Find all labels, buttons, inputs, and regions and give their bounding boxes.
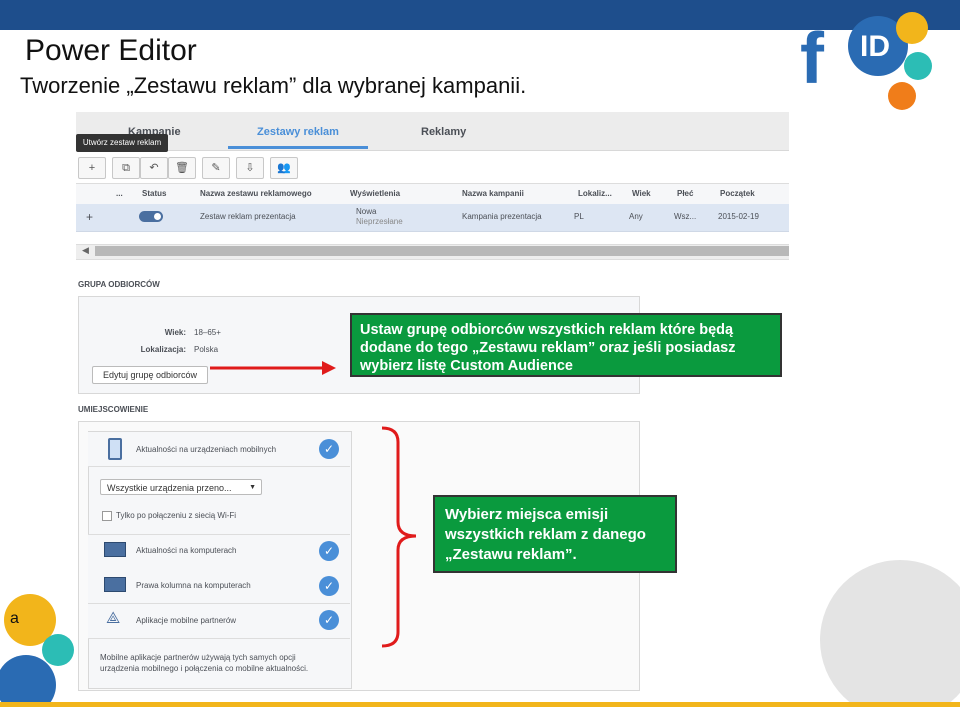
status-toggle[interactable] (139, 211, 163, 222)
logo-badge: ID (860, 30, 890, 63)
audience-button[interactable]: 👥 (270, 157, 298, 179)
export-icon: ⇩ (245, 162, 255, 174)
wifi-only-label: Tylko po połączeniu z siecią Wi-Fi (116, 511, 237, 520)
slide-bottom-line (0, 702, 960, 707)
tab-ads[interactable]: Reklamy (421, 126, 466, 138)
row-impressions-status: Nowa (356, 207, 377, 216)
desktop-feed-label: Aktualności na komputerach (136, 546, 237, 555)
people-icon: 👥 (277, 162, 291, 174)
row-start: 2015-02-19 (718, 212, 759, 221)
row-age: Any (629, 212, 643, 221)
delete-button[interactable]: 🗑 (168, 157, 196, 179)
undo-button[interactable]: ↶ (140, 157, 168, 179)
row-expand-icon[interactable]: + (86, 210, 93, 224)
col-status[interactable]: Status (142, 189, 166, 198)
placement-section-title: UMIEJSCOWIENIE (78, 405, 149, 414)
tab-active-indicator (228, 146, 368, 149)
age-label: Wiek: (164, 328, 186, 337)
row-ad-set-name: Zestaw reklam prezentacja (200, 212, 296, 221)
col-start[interactable]: Początek (720, 189, 755, 198)
col-campaign-name[interactable]: Nazwa kampanii (462, 189, 524, 198)
network-icon: ⟁ (106, 610, 121, 627)
audience-section-title: GRUPA ODBIORCÓW (78, 280, 160, 289)
add-ad-set-button[interactable]: + (78, 157, 106, 179)
edit-button[interactable]: ✎ (202, 157, 230, 179)
undo-icon: ↶ (149, 162, 159, 174)
right-column-icon (104, 577, 126, 592)
logo-letter: f (800, 19, 824, 99)
decorative-gray-gear-icon (820, 560, 960, 707)
edit-icon: ✎ (211, 162, 221, 174)
export-button[interactable]: ⇩ (236, 157, 264, 179)
duplicate-icon: ⧉ (122, 162, 130, 174)
col-ad-set-name[interactable]: Nazwa zestawu reklamowego (200, 189, 312, 198)
corner-letter: a (10, 610, 19, 627)
slide-subtitle: Tworzenie „Zestawu reklam” dla wybranej … (20, 73, 527, 98)
wifi-checkbox[interactable] (102, 511, 112, 521)
fid-logo: f ID (800, 4, 950, 114)
location-value: Polska (194, 345, 219, 354)
row-location: PL (574, 212, 584, 221)
row-impressions-sub: Nieprzesłane (356, 217, 403, 226)
decorative-gears-icon (0, 594, 74, 707)
duplicate-button[interactable]: ⧉ (112, 157, 140, 179)
device-select-value: Wszystkie urządzenia przeno... (107, 483, 232, 493)
scroll-left-icon[interactable]: ◀ (82, 245, 89, 256)
col-more[interactable]: ... (116, 189, 123, 198)
chevron-down-icon: ▼ (249, 484, 256, 491)
right-column-check-icon[interactable]: ✓ (319, 576, 339, 596)
tab-ad-sets[interactable]: Zestawy reklam (257, 126, 339, 138)
create-ad-set-tooltip: Utwórz zestaw reklam (76, 134, 168, 152)
location-label: Lokalizacja: (140, 345, 186, 354)
plus-icon: + (88, 162, 96, 174)
red-bracket-icon (381, 426, 417, 648)
mobile-feed-label: Aktualności na urządzeniach mobilnych (136, 445, 277, 454)
partner-apps-label: Aplikacje mobilne partnerów (136, 616, 237, 625)
trash-icon: 🗑 (175, 162, 189, 174)
row-campaign: Kampania prezentacja (462, 212, 542, 221)
col-impressions[interactable]: Wyświetlenia (350, 189, 400, 198)
device-select[interactable]: Wszystkie urządzenia przeno... ▼ (100, 479, 262, 495)
row-gender: Wsz... (674, 212, 697, 221)
col-gender[interactable]: Płeć (677, 189, 693, 198)
edit-audience-button[interactable]: Edytuj grupę odbiorców (92, 366, 208, 384)
col-location[interactable]: Lokaliz... (578, 189, 612, 198)
scrollbar-thumb[interactable] (95, 246, 789, 256)
mobile-feed-check-icon[interactable]: ✓ (319, 439, 339, 459)
desktop-icon (104, 542, 126, 557)
red-arrow-icon (210, 361, 336, 375)
age-value: 18–65+ (194, 328, 221, 337)
mobile-phone-icon (108, 438, 122, 460)
partner-apps-note: Mobilne aplikacje partnerów używają tych… (100, 653, 309, 673)
partner-apps-check-icon[interactable]: ✓ (319, 610, 339, 630)
desktop-feed-check-icon[interactable]: ✓ (319, 541, 339, 561)
placement-callout: Wybierz miejsca emisji wszystkich reklam… (433, 495, 677, 573)
right-column-label: Prawa kolumna na komputerach (136, 581, 251, 590)
slide-title: Power Editor (25, 34, 197, 67)
audience-callout: Ustaw grupę odbiorców wszystkich reklam … (350, 313, 782, 377)
col-age[interactable]: Wiek (632, 189, 651, 198)
